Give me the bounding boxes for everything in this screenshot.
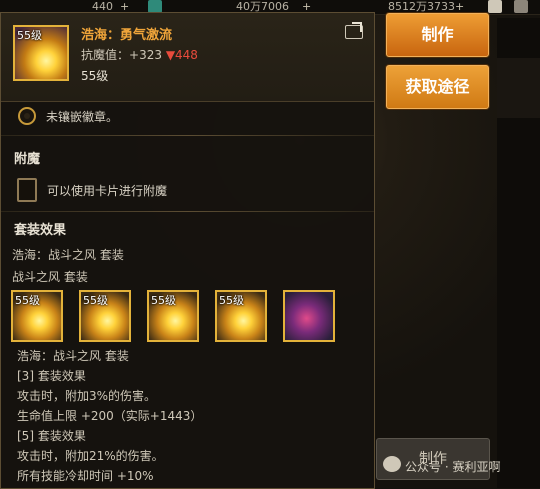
- stat-label: 抗魔值：: [81, 48, 130, 62]
- item-stat-line: 抗魔值：+323 ▼448: [81, 46, 198, 63]
- stat-decrease: ▼448: [165, 48, 198, 62]
- set-item-icon[interactable]: 55级: [215, 290, 267, 342]
- craft-button[interactable]: 制作: [386, 13, 489, 57]
- set-desc-line: 浩海：战斗之风 套装: [17, 349, 129, 363]
- divider: [1, 211, 374, 212]
- item-tooltip-panel: 55级 浩海：勇气激流 抗魔值：+323 ▼448 55级 未镶嵌徽章。 附魔 …: [0, 12, 375, 489]
- enchant-card-slot[interactable]: [17, 178, 37, 202]
- stat-increase: +323: [129, 48, 162, 62]
- right-side-panel: [497, 18, 540, 488]
- emblem-slot-icon: [18, 107, 36, 125]
- set-section-title: 套装效果: [14, 223, 67, 238]
- set-item-icon[interactable]: 55级: [79, 290, 131, 342]
- enchant-section-title: 附魔: [14, 152, 41, 167]
- item-icon: 55级: [13, 25, 69, 81]
- item-header: 55级 浩海：勇气激流 抗魔值：+323 ▼448 55级: [1, 13, 374, 102]
- set-desc-line: 攻击时，附加3%的伤害。: [17, 389, 157, 403]
- set-desc-line: [3] 套装效果: [17, 369, 86, 383]
- item-name: 浩海：勇气激流: [81, 28, 173, 43]
- set-item-icon[interactable]: 55级: [147, 290, 199, 342]
- add-currency-3-button[interactable]: +: [455, 0, 464, 13]
- set-name-line-2: 战斗之风 套装: [12, 270, 88, 284]
- mail-icon[interactable]: [488, 0, 502, 13]
- currency-value-3: 8512万3733: [388, 0, 455, 13]
- set-desc-line: 攻击时，附加21%的伤害。: [17, 449, 164, 463]
- set-desc-line: 所有技能冷却时间 +10%: [17, 469, 154, 483]
- set-item-icons: 55级 55级 55级 55级: [11, 290, 351, 350]
- menu-icon[interactable]: [514, 0, 528, 13]
- item-icon-level: 55级: [17, 29, 42, 42]
- set-item-icon[interactable]: 55级: [11, 290, 63, 342]
- set-desc-line: 生命值上限 +200（实际+1443）: [17, 409, 203, 423]
- watermark-text: 公众号 · 赛利亚啊: [405, 460, 501, 474]
- divider: [1, 135, 374, 136]
- obtain-source-button[interactable]: 获取途径: [386, 65, 489, 109]
- set-desc-line: [5] 套装效果: [17, 429, 86, 443]
- share-icon[interactable]: [345, 25, 363, 39]
- emblem-text: 未镶嵌徽章。: [46, 110, 119, 124]
- set-item-icon-special[interactable]: [283, 290, 335, 342]
- emblem-row: 未镶嵌徽章。: [16, 105, 366, 129]
- enchant-hint: 可以使用卡片进行附魔: [47, 184, 168, 198]
- item-level: 55级: [81, 69, 109, 83]
- set-name-line: 浩海：战斗之风 套装: [12, 248, 124, 262]
- wechat-icon: [383, 456, 401, 472]
